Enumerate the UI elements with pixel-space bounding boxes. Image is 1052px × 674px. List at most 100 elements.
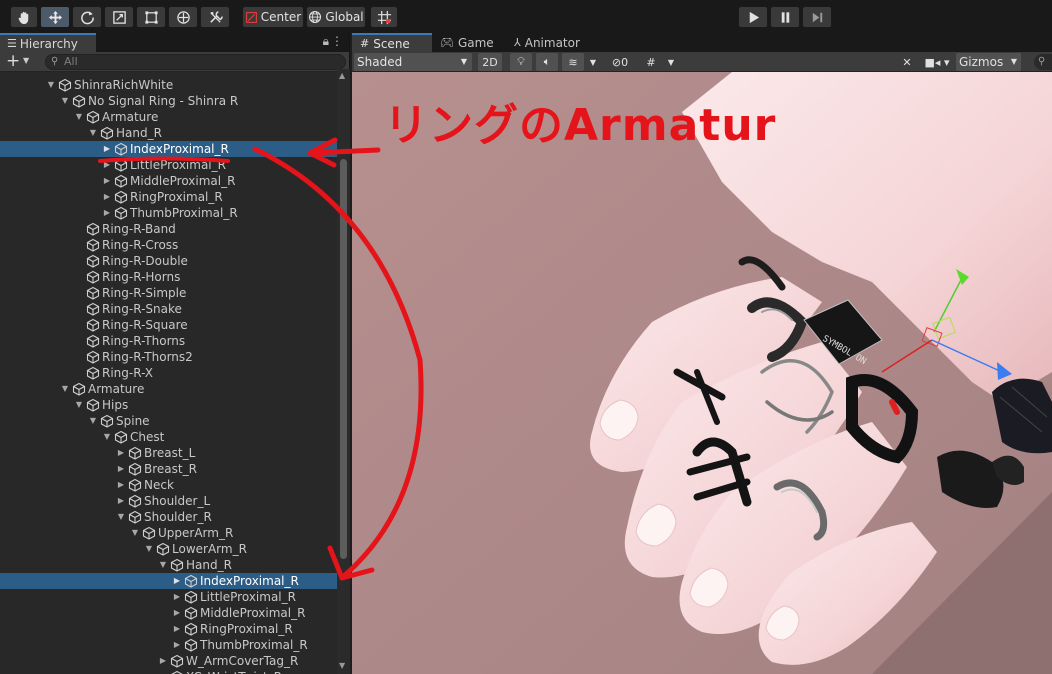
- lighting-toggle[interactable]: 💡︎: [510, 53, 532, 71]
- step-button[interactable]: [802, 6, 832, 28]
- chevron-down-icon[interactable]: ▼: [23, 56, 29, 65]
- hierarchy-item[interactable]: ▶ RingProximal_R: [0, 621, 337, 637]
- expanded-arrow-icon[interactable]: ▼: [60, 93, 70, 109]
- expanded-arrow-icon[interactable]: ▼: [88, 413, 98, 429]
- expanded-arrow-icon[interactable]: ▼: [60, 381, 70, 397]
- hierarchy-item[interactable]: ▶ Shoulder_L: [0, 493, 337, 509]
- hierarchy-search-input[interactable]: ⚲ All: [45, 54, 346, 70]
- pause-button[interactable]: [770, 6, 800, 28]
- hierarchy-item[interactable]: ▶ LittleProximal_R: [0, 589, 337, 605]
- expanded-arrow-icon[interactable]: ▼: [158, 557, 168, 573]
- hierarchy-item[interactable]: ▶ Breast_L: [0, 445, 337, 461]
- expanded-arrow-icon[interactable]: ▼: [102, 429, 112, 445]
- collapsed-arrow-icon[interactable]: ▶: [172, 605, 182, 621]
- collapsed-arrow-icon[interactable]: ▶: [102, 141, 112, 157]
- hierarchy-item[interactable]: ▼ Hips: [0, 397, 337, 413]
- collapsed-arrow-icon[interactable]: ▶: [102, 205, 112, 221]
- hierarchy-item[interactable]: ▶ W_ArmCoverTag_R: [0, 653, 337, 669]
- hierarchy-item[interactable]: ▶ Breast_R: [0, 461, 337, 477]
- hierarchy-item[interactable]: ▶ MiddleProximal_R: [0, 173, 337, 189]
- collapsed-arrow-icon[interactable]: ▶: [172, 589, 182, 605]
- hierarchy-item[interactable]: ▶ ThumbProximal_R: [0, 205, 337, 221]
- scroll-up-arrow-icon[interactable]: ▲: [339, 71, 345, 80]
- tab-animator[interactable]: ⅄ Animator: [506, 33, 596, 52]
- scrollbar-thumb[interactable]: [340, 159, 347, 559]
- hierarchy-item[interactable]: ▶ IndexProximal_R: [0, 141, 337, 157]
- tab-hierarchy[interactable]: ☰ Hierarchy: [0, 33, 96, 52]
- custom-tool-button[interactable]: [200, 6, 230, 28]
- hand-tool-button[interactable]: [10, 6, 38, 28]
- grid-dropdown[interactable]: ▼: [664, 53, 678, 71]
- hierarchy-item[interactable]: ▼ Spine: [0, 413, 337, 429]
- pivot-center-button[interactable]: Center: [242, 6, 304, 28]
- collapsed-arrow-icon[interactable]: ▶: [116, 493, 126, 509]
- hierarchy-item[interactable]: ▼ No Signal Ring - Shinra R: [0, 93, 337, 109]
- hierarchy-item[interactable]: ▼ Armature: [0, 381, 337, 397]
- hierarchy-item[interactable]: ▶ LittleProximal_R: [0, 157, 337, 173]
- hierarchy-item[interactable]: ▶ IndexProximal_R: [0, 573, 337, 589]
- shading-mode-dropdown[interactable]: Shaded ▼: [354, 53, 472, 71]
- collapsed-arrow-icon[interactable]: ▶: [116, 477, 126, 493]
- expanded-arrow-icon[interactable]: ▼: [74, 109, 84, 125]
- hierarchy-item[interactable]: ▶ ThumbProximal_R: [0, 637, 337, 653]
- hierarchy-item[interactable]: ▼ Armature: [0, 109, 337, 125]
- hierarchy-item[interactable]: ▶ XC_WristTwist_R: [0, 669, 337, 674]
- collapsed-arrow-icon[interactable]: ▶: [172, 621, 182, 637]
- transform-tool-button[interactable]: [168, 6, 198, 28]
- expanded-arrow-icon[interactable]: ▼: [46, 77, 56, 93]
- collapsed-arrow-icon[interactable]: ▶: [172, 573, 182, 589]
- hierarchy-item[interactable]: ▶ Neck: [0, 477, 337, 493]
- hierarchy-item[interactable]: Ring-R-Square: [0, 317, 337, 333]
- expanded-arrow-icon[interactable]: ▼: [74, 397, 84, 413]
- collapsed-arrow-icon[interactable]: ▶: [158, 653, 168, 669]
- hierarchy-item[interactable]: Ring-R-Snake: [0, 301, 337, 317]
- hierarchy-item[interactable]: Ring-R-Thorns2: [0, 349, 337, 365]
- scale-tool-button[interactable]: [104, 6, 134, 28]
- collapsed-arrow-icon[interactable]: ▶: [116, 445, 126, 461]
- camera-settings-button[interactable]: ■◂ ▾: [922, 53, 952, 71]
- hierarchy-item[interactable]: Ring-R-Simple: [0, 285, 337, 301]
- hierarchy-item[interactable]: Ring-R-Band: [0, 221, 337, 237]
- hierarchy-item[interactable]: Ring-R-X: [0, 365, 337, 381]
- collapsed-arrow-icon[interactable]: ▶: [102, 157, 112, 173]
- gizmos-dropdown[interactable]: ▼: [1007, 53, 1021, 71]
- hierarchy-item[interactable]: ▼ Shoulder_R: [0, 509, 337, 525]
- grid-toggle[interactable]: #: [640, 53, 662, 71]
- hierarchy-item[interactable]: Ring-R-Cross: [0, 237, 337, 253]
- hierarchy-item[interactable]: ▼ ShinraRichWhite: [0, 77, 337, 93]
- scene-viewport[interactable]: SYMBOL ON: [352, 72, 1052, 674]
- hierarchy-item[interactable]: ▼ Chest: [0, 429, 337, 445]
- scene-tools-button[interactable]: ✕: [896, 53, 918, 71]
- hierarchy-item[interactable]: ▼ Hand_R: [0, 557, 337, 573]
- hierarchy-scrollbar[interactable]: ▲ ▼: [337, 69, 350, 674]
- collapsed-arrow-icon[interactable]: ▶: [102, 173, 112, 189]
- add-object-button[interactable]: +: [6, 52, 20, 70]
- toggle-2d-button[interactable]: 2D: [478, 53, 502, 71]
- play-button[interactable]: [738, 6, 768, 28]
- expanded-arrow-icon[interactable]: ▼: [144, 541, 154, 557]
- tab-game[interactable]: 🎮︎ Game: [432, 33, 506, 52]
- collapsed-arrow-icon[interactable]: ▶: [158, 669, 168, 674]
- hierarchy-item[interactable]: ▼ UpperArm_R: [0, 525, 337, 541]
- effects-dropdown[interactable]: ▼: [586, 53, 600, 71]
- collapsed-arrow-icon[interactable]: ▶: [116, 461, 126, 477]
- hidden-objects-toggle[interactable]: ⊘ 0: [604, 53, 636, 71]
- hierarchy-item[interactable]: Ring-R-Double: [0, 253, 337, 269]
- kebab-menu-icon[interactable]: ⋮: [331, 34, 343, 48]
- effects-toggle[interactable]: ≋: [562, 53, 584, 71]
- collapsed-arrow-icon[interactable]: ▶: [172, 637, 182, 653]
- hierarchy-item[interactable]: ▶ RingProximal_R: [0, 189, 337, 205]
- tab-scene[interactable]: # Scene: [352, 33, 432, 52]
- grid-snap-button[interactable]: [370, 6, 398, 28]
- rotate-tool-button[interactable]: [72, 6, 102, 28]
- move-tool-button[interactable]: [40, 6, 70, 28]
- audio-toggle[interactable]: 🔈︎: [536, 53, 558, 71]
- scene-search-input[interactable]: ⚲: [1034, 54, 1052, 70]
- hierarchy-item[interactable]: Ring-R-Horns: [0, 269, 337, 285]
- lock-icon[interactable]: 🔒︎: [323, 34, 329, 49]
- expanded-arrow-icon[interactable]: ▼: [116, 509, 126, 525]
- hierarchy-item[interactable]: Ring-R-Thorns: [0, 333, 337, 349]
- scroll-down-arrow-icon[interactable]: ▼: [339, 661, 345, 670]
- expanded-arrow-icon[interactable]: ▼: [88, 125, 98, 141]
- expanded-arrow-icon[interactable]: ▼: [130, 525, 140, 541]
